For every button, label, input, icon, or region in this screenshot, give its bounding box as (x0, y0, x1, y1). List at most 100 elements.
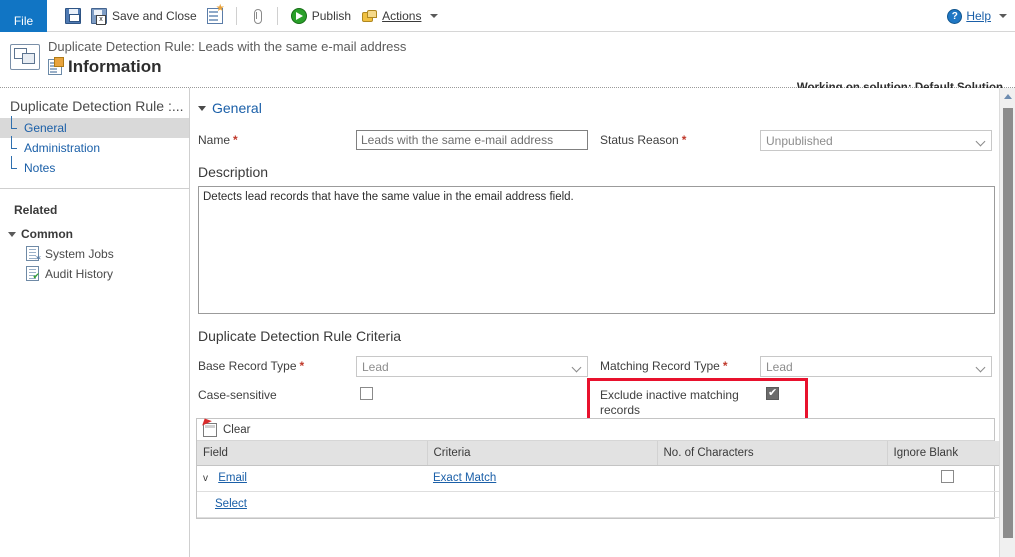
scrollbar-thumb[interactable] (1003, 108, 1013, 538)
name-input[interactable] (356, 130, 588, 150)
tree-branch-icon (11, 116, 17, 129)
chevron-down-icon (977, 364, 985, 372)
column-header-field[interactable]: Field (197, 441, 428, 466)
criteria-table: Field Criteria No. of Characters Ignore … (197, 441, 1008, 518)
cell-ignore-blank (887, 465, 1007, 492)
required-marker: * (233, 133, 238, 147)
matching-record-type-label: Matching Record Type * (600, 359, 728, 373)
page-title: Information (68, 57, 162, 76)
description-label: Description (198, 164, 269, 180)
chevron-down-icon (430, 13, 439, 18)
actions-menu-button[interactable]: Actions (356, 7, 443, 25)
base-record-type-value: Lead (362, 360, 389, 374)
column-header-no-of-characters[interactable]: No. of Characters (657, 441, 888, 466)
sidebar-item-system-jobs[interactable]: System Jobs (0, 241, 189, 263)
clear-icon (203, 422, 217, 437)
section-header-general[interactable]: General (190, 100, 1015, 116)
description-textarea[interactable]: Detects lead records that have the same … (198, 186, 995, 314)
select-field-link[interactable]: Select (215, 498, 247, 510)
section-header-label: General (212, 100, 262, 116)
sidebar-item-label: Notes (24, 161, 56, 175)
page-header: Duplicate Detection Rule: Leads with the… (0, 32, 1015, 94)
paperclip-icon (250, 8, 264, 24)
breadcrumb: Duplicate Detection Rule: Leads with the… (48, 39, 407, 54)
save-and-close-label: Save and Close (112, 8, 197, 23)
nav-group-label: Common (21, 227, 73, 241)
cell-add-field: Select (197, 491, 427, 518)
cell-empty-criteria (427, 491, 657, 518)
required-marker: * (681, 133, 687, 147)
sidebar-item-general[interactable]: General (0, 116, 189, 138)
file-tab[interactable]: File (0, 0, 47, 32)
status-reason-select[interactable]: Unpublished (760, 130, 992, 151)
clear-button[interactable]: Clear (223, 424, 250, 436)
ribbon-command-group: Save and Close Publish Actions (47, 0, 443, 32)
criteria-link[interactable]: Exact Match (433, 472, 496, 484)
nav-group-common[interactable]: Common (0, 217, 189, 241)
tree-branch-icon (11, 136, 17, 149)
required-marker: * (722, 359, 728, 373)
exclude-inactive-label: Exclude inactive matching records (600, 388, 739, 417)
nav-entity-title: Duplicate Detection Rule :... (10, 98, 184, 114)
name-status-row: Name* Status Reason* Unpublished (190, 130, 1015, 156)
left-navigation: Duplicate Detection Rule :... General Ad… (0, 88, 190, 557)
publish-icon (290, 7, 307, 24)
sidebar-item-administration[interactable]: Administration (0, 136, 189, 158)
help-label: Help (966, 9, 991, 23)
help-menu-button[interactable]: ? Help (947, 0, 1007, 32)
cell-field: v Email (197, 465, 427, 492)
chevron-down-icon (198, 105, 206, 111)
criteria-section-header: Duplicate Detection Rule Criteria (198, 328, 402, 344)
page-header-text: Duplicate Detection Rule: Leads with the… (48, 38, 1005, 77)
row-expander-icon[interactable]: v (203, 473, 215, 484)
publish-label: Publish (311, 8, 352, 23)
matching-record-type-value: Lead (766, 360, 793, 374)
column-header-criteria[interactable]: Criteria (427, 441, 658, 466)
name-label: Name * (198, 133, 238, 147)
file-tab-label: File (13, 13, 34, 28)
base-record-type-label: Base Record Type * (198, 359, 305, 373)
audit-history-icon (26, 266, 40, 281)
record-type-row: Base Record Type * Lead Matching Record T… (190, 356, 1015, 380)
cell-empty-ignore (887, 491, 1007, 518)
publish-button[interactable]: Publish (286, 6, 356, 26)
help-chevron-down-icon (999, 14, 1007, 18)
new-record-icon (206, 4, 225, 24)
new-record-button[interactable] (202, 4, 228, 26)
form-main-pane: General Name* Status Reason* Unpublished… (190, 88, 1015, 557)
save-icon (65, 7, 81, 24)
chevron-down-icon (8, 231, 16, 237)
sidebar-item-label: General (24, 121, 67, 135)
exclude-inactive-checkbox[interactable] (766, 386, 779, 400)
vertical-scrollbar[interactable] (999, 88, 1015, 557)
base-record-type-select[interactable]: Lead (356, 356, 588, 377)
column-header-ignore-blank[interactable]: Ignore Blank (887, 441, 1008, 466)
information-form-icon (48, 57, 64, 75)
required-marker: * (299, 359, 305, 373)
cell-no-of-characters (657, 465, 887, 492)
case-sensitive-checkbox[interactable] (360, 387, 373, 400)
sidebar-item-audit-history[interactable]: Audit History (0, 261, 189, 281)
toolbar-separator-1 (235, 6, 237, 25)
actions-icon (361, 9, 378, 23)
cell-empty-chars (657, 491, 887, 518)
sidebar-item-notes[interactable]: Notes (0, 156, 189, 178)
matching-record-type-select[interactable]: Lead (760, 356, 992, 377)
save-button[interactable] (60, 6, 86, 26)
field-link[interactable]: Email (218, 472, 247, 484)
related-section-label: Related (14, 203, 58, 217)
toolbar-separator-2 (276, 6, 278, 25)
status-reason-label: Status Reason * (600, 133, 687, 147)
ignore-blank-checkbox[interactable] (940, 470, 954, 483)
table-row[interactable]: v Email Exact Match (197, 465, 1007, 492)
help-icon: ? (947, 8, 963, 24)
page-title-row: Information (48, 57, 1005, 77)
table-header-row: Field Criteria No. of Characters Ignore … (197, 441, 1008, 466)
save-and-close-button[interactable]: Save and Close (86, 6, 202, 26)
chevron-down-icon (573, 364, 581, 372)
scroll-up-arrow-icon[interactable] (1000, 88, 1015, 104)
attach-button[interactable] (245, 6, 269, 26)
table-row-add[interactable]: Select (197, 491, 1007, 518)
page-body: Duplicate Detection Rule :... General Ad… (0, 88, 1015, 557)
sidebar-item-label: Audit History (45, 266, 114, 281)
